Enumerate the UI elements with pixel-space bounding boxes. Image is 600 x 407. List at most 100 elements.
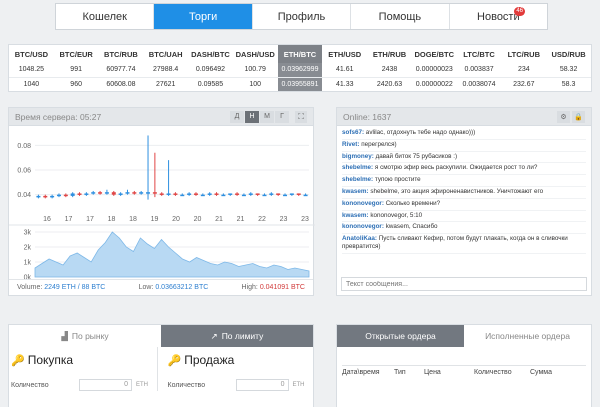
sell-unit: ETH [292,382,305,388]
ticker-value: 58.32 [546,63,591,78]
sell-quantity-label: Количество [167,381,206,389]
ticker-value: 1040 [23,80,40,88]
chat-message: kononovegor: kwasem, Спасибо [342,222,586,235]
ticker-pair-btc-rub[interactable]: BTC/RUB [99,45,144,63]
tab-market-order[interactable]: ▟ По рынку [9,325,161,347]
nav-news[interactable]: Новости 46 [450,4,547,29]
online-count: Online: 1637 [343,111,392,122]
volume-area [34,231,310,278]
candle-body [255,193,260,195]
candle-body [228,193,233,195]
x-axis-tick: 16 [43,216,51,223]
zoom-button[interactable]: Н [245,110,259,123]
ticker-value: 0.00000023 [411,63,457,78]
zoom-button[interactable]: М [260,110,274,123]
nav-wallet[interactable]: Кошелек [56,4,155,29]
buy-icon: 🔑 [11,354,25,367]
chat-username[interactable]: AnatoliKaa: [342,235,377,242]
fullscreen-icon[interactable]: ⛶ [295,110,307,123]
chat-username[interactable]: kononovegor: [342,200,384,207]
candle-body [166,193,171,195]
ticker-value: 100.79 [232,63,278,78]
candle-body [269,193,274,195]
candle-body [159,193,164,195]
buy-quantity-input[interactable]: 0 [79,379,132,391]
ticker-pair-eth-rub[interactable]: ETH/RUB [367,45,412,63]
bar-chart-icon: ▟ [61,330,68,341]
nav-trading[interactable]: Торги [154,4,253,29]
volume-y-tick: 1k [24,260,32,267]
ticker-value: 0.09585 [197,80,224,88]
lock-icon[interactable]: 🔒 [572,110,585,123]
candle-body [241,194,246,197]
candle-body [104,192,109,194]
ticker-pair-usd-rub[interactable]: USD/RUB [546,45,591,63]
chat-username[interactable]: shebelme: [342,164,373,171]
candle-body [132,192,137,194]
tab-limit-order[interactable]: ↗ По лимиту [161,325,313,347]
candle-body [207,193,212,195]
ticker-pair-doge-btc[interactable]: DOGE/BTC [412,45,457,63]
x-axis-tick: 23 [301,216,309,223]
candle-body [283,194,288,197]
chat-text: shebelme, это акция эфироненавистников. … [368,187,544,195]
chat-text: тупою простите [373,176,421,184]
chat-text: kononovegor, 5:10 [368,211,423,219]
chat-text: я смотрю эфир весь раскупили. Ожидается … [373,164,538,172]
low-stat: Low: 0.03663212 BTC [138,284,209,291]
buy-title: Покупка [27,353,74,367]
chat-username[interactable]: kononovegor: [342,223,384,230]
ticker-value: 991 [53,63,99,78]
chat-input[interactable] [341,277,587,291]
tab-open-orders[interactable]: Открытые ордера [337,325,464,347]
zoom-button[interactable]: Г [275,110,289,123]
nav-profile[interactable]: Профиль [253,4,352,29]
ticker-pair-eth-usd[interactable]: ETH/USD [322,45,367,63]
candle-body [56,194,61,197]
ticker-value: 41.61 [322,63,368,78]
candle-body [221,194,226,197]
sell-quantity-input[interactable]: 0 [235,379,289,391]
ticker-value: 1048.25 [9,63,54,78]
buy-section: 🔑 Покупка Количество 0 ETH [9,347,157,391]
main-nav: Кошелек Торги Профиль Помощь Новости 46 [55,3,548,30]
ticker-pair-dash-usd[interactable]: DASH/USD [233,45,278,63]
chat-panel: Online: 1637 ⚙ 🔒 sofs67: avlilac, отдохн… [336,107,592,296]
chat-username[interactable]: Rivet: [342,141,360,148]
chat-message: kwasem: shebelme, это акция эфироненавис… [342,187,586,199]
ticker-value: 0.003837 [456,63,502,78]
candle-body [98,192,103,194]
chat-username[interactable]: kwasem: [342,188,369,195]
ticker-value: 27988.4 [143,63,189,78]
ticker-value: 0.03962999 [277,63,323,78]
nav-help[interactable]: Помощь [351,4,450,29]
chat-message: shebelme: тупою простите [342,175,586,187]
tab-filled-orders[interactable]: Исполненные ордера [464,325,591,347]
candle-body [173,193,178,195]
ticker-pair-ltc-btc[interactable]: LTC/BTC [457,45,502,63]
ticker-pair-ltc-rub[interactable]: LTC/RUB [501,45,546,63]
ticker-value: 60608.08 [106,80,136,88]
chat-username[interactable]: kwasem: [342,212,369,219]
ticker-pair-btc-usd[interactable]: BTC/USD [9,45,54,63]
ticker-pair-eth-btc[interactable]: ETH/BTC [277,45,323,63]
price-chart-panel: Время сервера: 05:27 ДНМГ ⛶ 0.08 0.06 0.04… [8,107,315,296]
price-y-tick: 0.06 [17,168,31,175]
ticker-value: 100 [249,80,262,88]
x-axis-tick: 23 [280,216,288,223]
ticker-value: 0.096492 [188,63,233,78]
buy-quantity-label: Количество [11,381,49,389]
x-axis-tick: 18 [108,216,116,223]
candle-body [214,193,219,195]
ticker-pair-btc-uah[interactable]: BTC/UAH [143,45,188,63]
chat-username[interactable]: sofs67: [342,129,364,136]
chat-username[interactable]: bigmoney: [342,153,374,160]
ticker-pair-dash-btc[interactable]: DASH/BTC [188,45,233,63]
settings-icon[interactable]: ⚙ [557,110,570,123]
x-axis-tick: 21 [237,216,245,223]
zoom-button[interactable]: Д [230,110,244,123]
chat-username[interactable]: shebelme: [342,176,373,183]
sell-icon: 🔑 [167,354,182,367]
server-time: Время сервера: 05:27 [15,111,102,122]
ticker-pair-btc-eur[interactable]: BTC/EUR [54,45,99,63]
